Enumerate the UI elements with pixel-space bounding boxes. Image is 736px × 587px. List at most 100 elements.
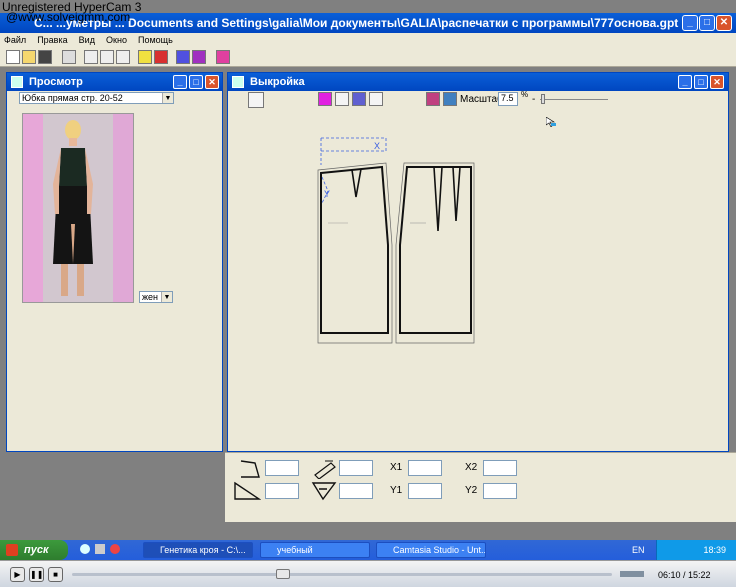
color-icon[interactable]	[318, 92, 332, 106]
open-folder-icon[interactable]	[22, 50, 36, 64]
chevron-down-icon[interactable]: ▼	[161, 292, 172, 302]
pattern-icon[interactable]	[192, 50, 206, 64]
measure-icon[interactable]	[443, 92, 457, 106]
close-button[interactable]: ✕	[716, 15, 732, 31]
stop-icon[interactable]: ■	[48, 567, 63, 582]
model-select[interactable]: Юбка прямая стр. 20-52 ▼	[19, 92, 174, 104]
task-camtasia[interactable]: Camtasia Studio - Unt...	[376, 542, 486, 558]
new-file-icon[interactable]	[6, 50, 20, 64]
start-label: пуск	[24, 544, 49, 556]
angle-measure-icon[interactable]	[239, 459, 261, 479]
pattern-window-icon	[232, 76, 244, 88]
length-field[interactable]	[265, 483, 299, 499]
watermark-url: @www.solveigmm.com	[6, 10, 131, 24]
print-icon[interactable]	[62, 50, 76, 64]
y1-label: Y1	[390, 485, 403, 496]
chevron-down-icon[interactable]: ▼	[162, 93, 173, 103]
play-icon[interactable]: ▶	[10, 567, 25, 582]
scale-unit: %	[521, 90, 529, 99]
stop-icon[interactable]	[154, 50, 168, 64]
quicklaunch-media-icon[interactable]	[110, 544, 120, 554]
gender-select-value: жен	[142, 292, 158, 302]
start-button[interactable]: пуск	[0, 540, 68, 560]
rotation-field[interactable]	[339, 460, 373, 476]
svg-text:X: X	[374, 141, 380, 151]
preview-titlebar: Просмотр _ □ ✕	[7, 73, 222, 91]
fit-view-icon[interactable]	[248, 92, 264, 108]
pattern-titlebar: Выкройка _ □ ✕	[228, 73, 728, 91]
grid-icon[interactable]	[138, 50, 152, 64]
menu-file[interactable]: Файл	[0, 33, 30, 47]
taskbar: пуск Генетика кроя - С:\... учебный Camt…	[0, 540, 736, 560]
save-icon[interactable]	[38, 50, 52, 64]
pattern-maximize-button[interactable]: □	[694, 75, 708, 89]
copy-icon[interactable]	[100, 50, 114, 64]
preview-maximize-button[interactable]: □	[189, 75, 203, 89]
system-tray: 18:39	[656, 540, 736, 560]
quicklaunch-ie-icon[interactable]	[80, 544, 90, 554]
pattern-close-button[interactable]: ✕	[710, 75, 724, 89]
x2-field[interactable]	[483, 460, 517, 476]
select-region-icon[interactable]	[352, 92, 366, 106]
menu-window[interactable]: Окно	[102, 33, 131, 47]
scale-slider-track[interactable]	[540, 99, 608, 100]
scale-input[interactable]: 7.5	[498, 92, 518, 106]
language-indicator[interactable]: EN	[632, 545, 645, 555]
print-pattern-icon[interactable]	[426, 92, 440, 106]
pointer-icon[interactable]	[369, 92, 383, 106]
menu-help[interactable]: Помощь	[134, 33, 177, 47]
pattern-minimize-button[interactable]: _	[678, 75, 692, 89]
y2-field[interactable]	[483, 483, 517, 499]
paste-icon[interactable]	[116, 50, 130, 64]
x1-field[interactable]	[408, 460, 442, 476]
playback-time: 06:10 / 15:22	[658, 570, 711, 580]
menu-edit[interactable]: Правка	[33, 33, 71, 47]
model-photo	[22, 113, 134, 303]
x2-label: X2	[465, 462, 478, 473]
pattern-window: Выкройка _ □ ✕ Масштаб 7.5 % - X Y	[227, 72, 729, 452]
menu-bar: Файл Правка Вид Окно Помощь	[0, 33, 736, 47]
coordinates-panel: X1 X2 Y1 Y2	[225, 452, 736, 522]
y1-field[interactable]	[408, 483, 442, 499]
task-uchebny[interactable]: учебный	[260, 542, 370, 558]
pattern-title: Выкройка	[250, 76, 305, 88]
hand-pan-icon[interactable]	[335, 92, 349, 106]
minimize-button[interactable]: _	[682, 15, 698, 31]
scale-slider-thumb[interactable]	[541, 94, 545, 104]
layout-icon[interactable]	[176, 50, 190, 64]
main-toolbar	[0, 47, 736, 67]
menu-view[interactable]: Вид	[75, 33, 99, 47]
triangle-measure-icon[interactable]	[233, 481, 261, 501]
preview-window: Просмотр _ □ ✕ Юбка прямая стр. 20-52 ▼ …	[6, 72, 223, 452]
preview-minimize-button[interactable]: _	[173, 75, 187, 89]
rotate-line-icon[interactable]	[313, 459, 337, 479]
seek-bar[interactable]	[72, 573, 612, 576]
scale-minus: -	[532, 94, 536, 105]
gender-select[interactable]: жен ▼	[139, 291, 173, 303]
pause-icon[interactable]: ❚❚	[29, 567, 44, 582]
cut-icon[interactable]	[84, 50, 98, 64]
clock: 18:39	[703, 545, 726, 555]
cursor-icon	[545, 116, 556, 128]
maximize-button[interactable]: □	[699, 15, 715, 31]
x1-label: X1	[390, 462, 403, 473]
video-player-bar: ▶ ❚❚ ■ 06:10 / 15:22	[0, 560, 736, 587]
main-window-title: С... ...уметры ... Documents and Setting…	[34, 16, 679, 30]
model-select-value: Юбка прямая стр. 20-52	[22, 93, 123, 103]
preview-window-icon	[11, 76, 23, 88]
model-icon[interactable]	[216, 50, 230, 64]
slope-measure-icon[interactable]	[311, 481, 337, 501]
angle-field[interactable]	[265, 460, 299, 476]
quicklaunch-desktop-icon[interactable]	[95, 544, 105, 554]
task-genetika[interactable]: Генетика кроя - С:\...	[143, 542, 253, 558]
volume-icon[interactable]	[620, 571, 644, 577]
y2-label: Y2	[465, 485, 478, 496]
model-figure-image	[23, 114, 133, 302]
windows-logo-icon	[6, 544, 18, 556]
slope-field[interactable]	[339, 483, 373, 499]
scale-label: Масштаб	[460, 94, 503, 105]
skirt-pattern-drawing: X Y	[317, 137, 475, 344]
seek-thumb[interactable]	[276, 569, 290, 579]
preview-title: Просмотр	[29, 76, 83, 88]
preview-close-button[interactable]: ✕	[205, 75, 219, 89]
